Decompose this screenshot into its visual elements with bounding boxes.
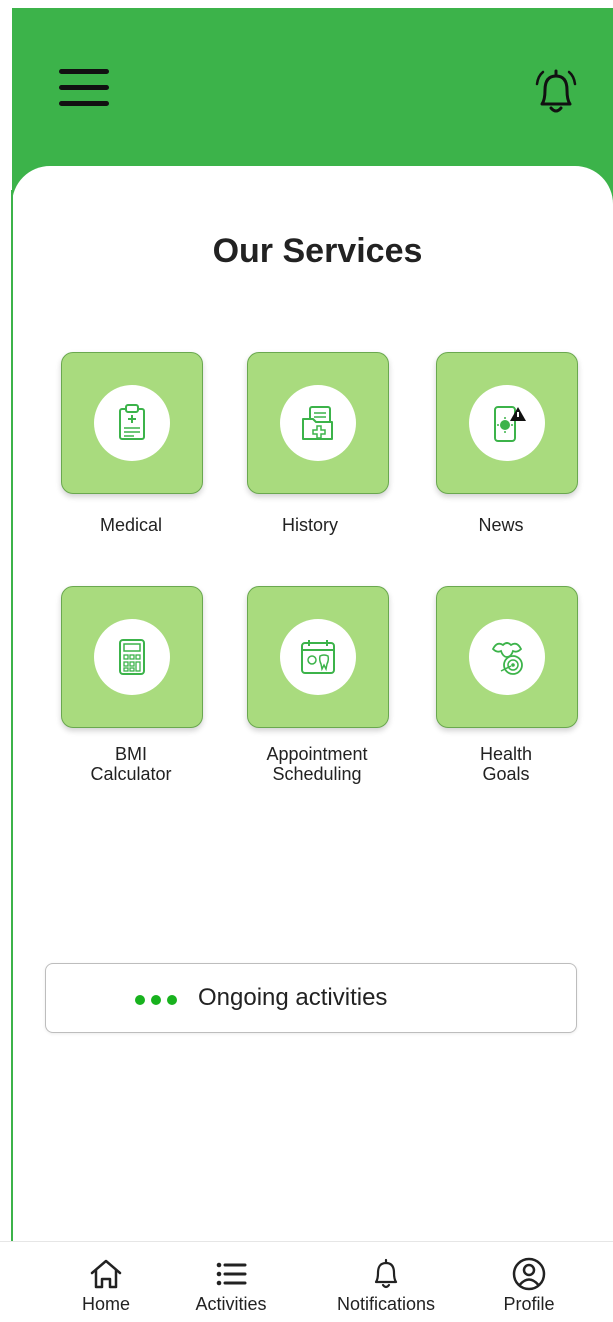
hamburger-menu-icon[interactable]	[59, 67, 109, 109]
service-tile-news[interactable]	[436, 352, 578, 494]
service-tile-bmi-calculator[interactable]	[61, 586, 203, 728]
profile-icon	[512, 1257, 546, 1291]
service-tile-medical[interactable]	[61, 352, 203, 494]
service-tile-health-goals[interactable]	[436, 586, 578, 728]
service-label-history: History	[281, 515, 338, 535]
page-title: Our Services	[212, 232, 423, 270]
service-tile-history[interactable]	[247, 352, 389, 494]
clipboard-icon	[119, 404, 145, 440]
home-icon	[90, 1259, 122, 1289]
list-icon	[216, 1262, 247, 1286]
nav-notifications[interactable]: Notifications	[326, 1242, 446, 1322]
loading-dots-icon	[135, 992, 183, 1010]
service-label-news: News	[478, 515, 524, 535]
service-label-bmi-calculator: BMI Calculator	[90, 744, 172, 784]
calendar-tooth-icon	[301, 640, 335, 674]
service-label-medical: Medical	[99, 515, 163, 535]
bell-icon[interactable]	[532, 66, 580, 118]
divider	[11, 190, 13, 1241]
service-tile-appointment-scheduling[interactable]	[247, 586, 389, 728]
calculator-icon	[119, 639, 145, 675]
nav-activities[interactable]: Activities	[171, 1242, 291, 1322]
ongoing-activities-label: Ongoing activities	[198, 984, 388, 1011]
service-label-appointment-scheduling: Appointment Scheduling	[266, 744, 368, 784]
ongoing-activities-button[interactable]: Ongoing activities	[45, 963, 577, 1033]
phone-alert-icon	[494, 406, 526, 442]
nav-home[interactable]: Home	[46, 1242, 166, 1322]
bell-icon	[374, 1258, 398, 1289]
muscle-target-icon	[491, 642, 523, 675]
folder-medical-icon	[302, 406, 333, 440]
nav-profile[interactable]: Profile	[469, 1242, 589, 1322]
bottom-navigation: Home Activities Notifications Profile	[0, 1241, 613, 1322]
service-label-health-goals: Health Goals	[479, 744, 533, 784]
